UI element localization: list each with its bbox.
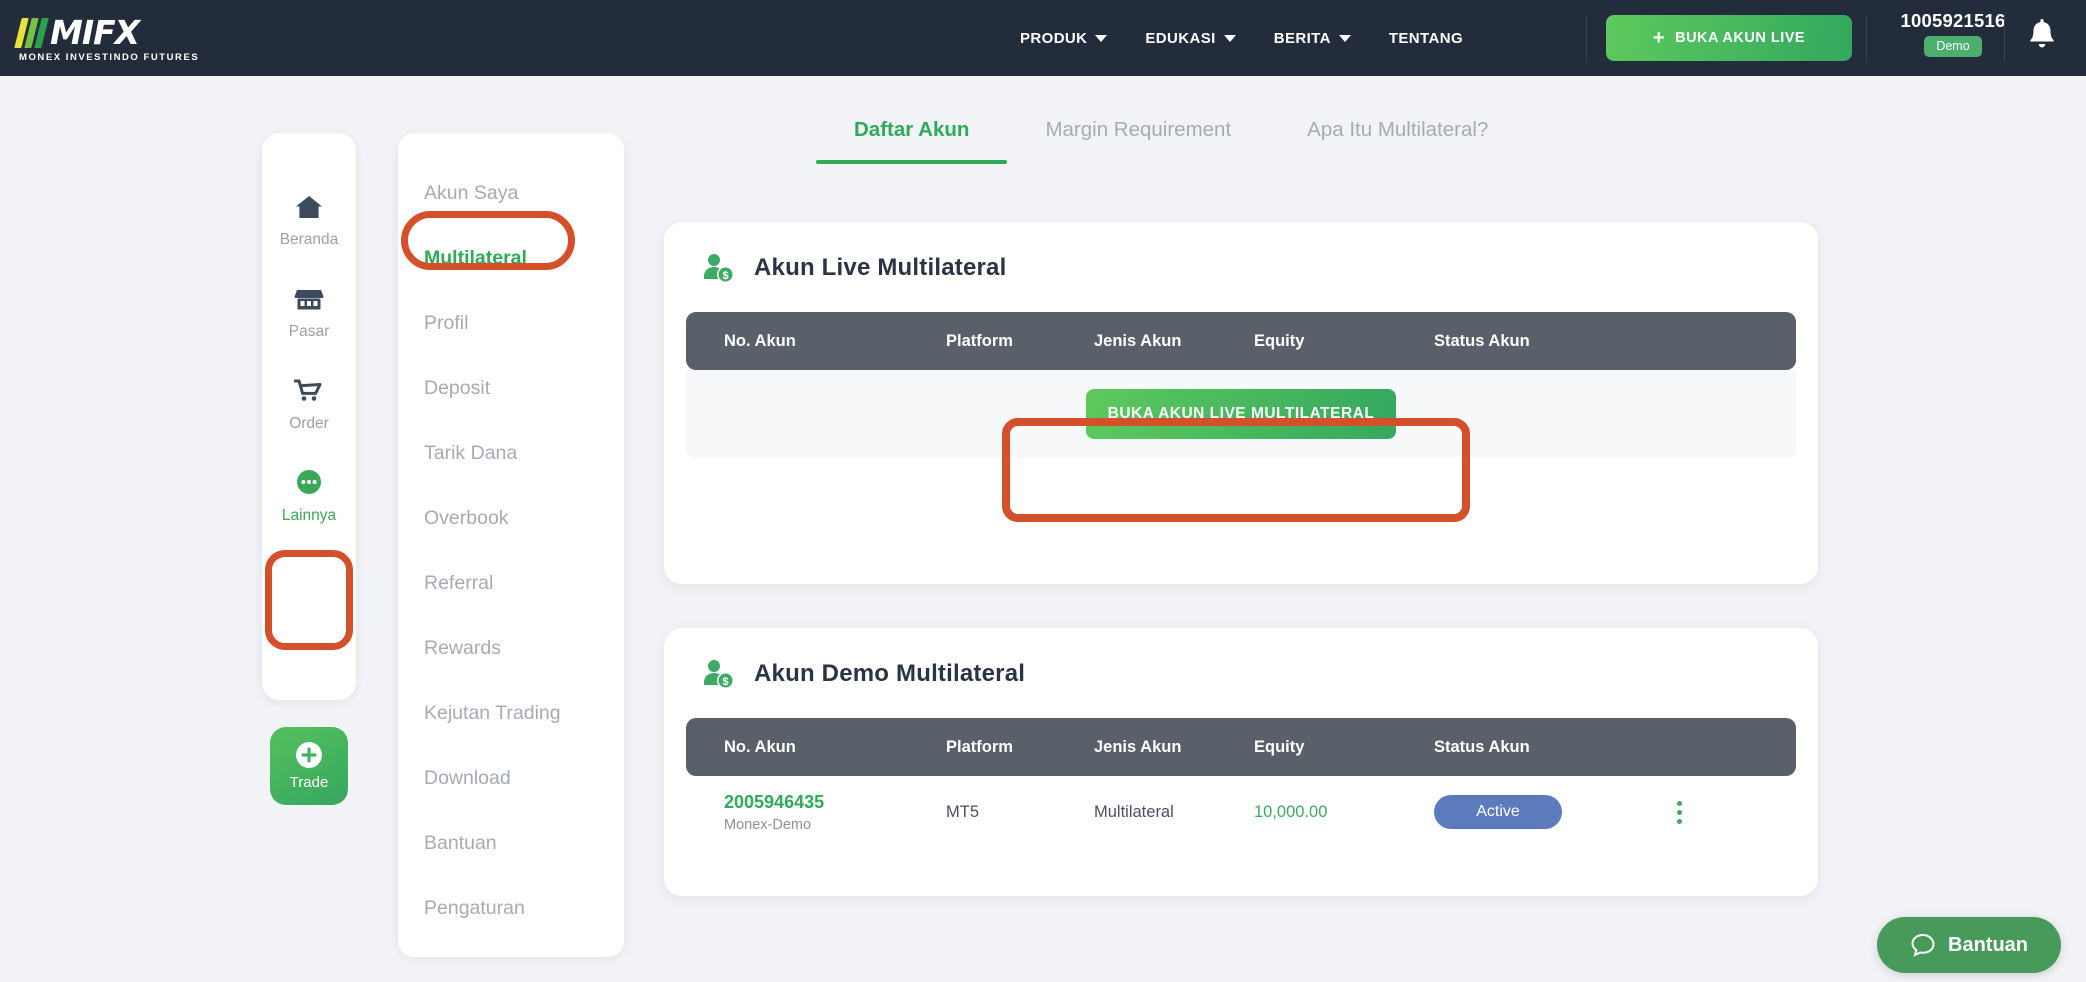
nav-label-berita: BERITA [1273,29,1331,47]
tab-apa-itu-multilateral[interactable]: Apa Itu Multilateral? [1269,118,1526,164]
nav-label-tentang: TENTANG [1388,29,1464,47]
header-divider-mid [1866,14,1867,62]
menu-item-multilateral[interactable]: Multilateral [398,226,624,291]
plus-circle-icon [296,742,322,768]
live-col-status-akun: Status Akun [1434,331,1530,350]
content-tabs: Daftar Akun Margin Requirement Apa Itu M… [816,118,1526,164]
svg-text:$: $ [722,676,728,688]
sidebar-label-beranda: Beranda [279,231,339,248]
menu-item-rewards[interactable]: Rewards [398,616,624,681]
demo-col-equity: Equity [1254,737,1305,756]
menu-item-download[interactable]: Download [398,746,624,811]
demo-account-type: Multilateral [1094,802,1174,821]
account-summary[interactable]: 1005921516 Demo [1878,10,2028,57]
account-number: 1005921516 [1900,10,2006,31]
row-more-options-icon[interactable] [1634,800,1724,824]
live-card-header: $ Akun Live Multilateral [664,222,1818,284]
live-card-title: Akun Live Multilateral [754,254,1007,281]
live-col-equity: Equity [1254,331,1305,350]
brand-logo[interactable]: MIFX MONEX INVESTINDO FUTURES [14,0,200,76]
live-col-jenis-akun: Jenis Akun [1094,331,1182,350]
nav-item-produk[interactable]: PRODUK [1020,29,1108,47]
header-divider-right [2004,14,2005,62]
header-divider-left [1586,14,1587,62]
live-table-header: No. Akun Platform Jenis Akun Equity Stat… [686,312,1796,370]
table-row[interactable]: 2005946435 Monex-Demo MT5 Multilateral 1… [686,778,1796,846]
open-live-account-button[interactable]: + BUKA AKUN LIVE [1606,15,1852,61]
demo-account-equity: 10,000.00 [1254,802,1328,821]
menu-item-profil[interactable]: Profil [398,291,624,356]
help-button[interactable]: Bantuan [1877,917,2061,973]
open-live-multilateral-button[interactable]: BUKA AKUN LIVE MULTILATERAL [1086,389,1396,439]
live-account-card: $ Akun Live Multilateral No. Akun Platfo… [664,222,1818,584]
chevron-down-icon [1338,34,1351,42]
trade-button[interactable]: Trade [270,727,348,805]
menu-item-tarik-dana[interactable]: Tarik Dana [398,421,624,486]
plus-icon: + [1652,27,1666,49]
icon-sidebar: Beranda Pasar Order Lainnya [262,133,356,700]
main-navigation: PRODUK EDUKASI BERITA TENTANG [1020,0,1463,76]
demo-table-header: No. Akun Platform Jenis Akun Equity Stat… [686,718,1796,776]
demo-account-card: $ Akun Demo Multilateral No. Akun Platfo… [664,628,1818,896]
account-menu-panel: Akun Saya Multilateral Profil Deposit Ta… [398,133,624,957]
sidebar-item-lainnya[interactable]: Lainnya [262,451,356,543]
tab-margin-requirement[interactable]: Margin Requirement [1007,118,1269,164]
tab-daftar-akun[interactable]: Daftar Akun [816,118,1008,164]
chevron-down-icon [1095,34,1108,42]
trade-button-label: Trade [289,774,329,791]
nav-label-produk: PRODUK [1020,29,1088,47]
help-button-label: Bantuan [1948,933,2028,956]
demo-col-no-akun: No. Akun [724,737,796,756]
demo-col-platform: Platform [946,737,1013,756]
nav-item-edukasi[interactable]: EDUKASI [1145,29,1236,47]
live-col-platform: Platform [946,331,1013,350]
nav-label-edukasi: EDUKASI [1145,29,1216,47]
row-actions-wrap [1634,800,1724,824]
live-col-no-akun: No. Akun [724,331,796,350]
notifications-button[interactable] [2022,14,2062,58]
demo-account-server: Monex-Demo [724,816,812,833]
demo-card-header: $ Akun Demo Multilateral [664,628,1818,690]
user-money-icon: $ [704,254,734,283]
bell-icon [2030,19,2054,48]
store-icon [294,290,324,310]
home-icon [296,196,322,218]
open-live-account-label: BUKA AKUN LIVE [1675,30,1806,46]
demo-col-status-akun: Status Akun [1434,737,1530,756]
demo-account-platform: MT5 [946,802,979,821]
logo-subtitle: MONEX INVESTINDO FUTURES [19,51,200,63]
logo-bars-icon [14,17,49,48]
top-header: MIFX MONEX INVESTINDO FUTURES PRODUK EDU… [0,0,2086,76]
demo-account-number[interactable]: 2005946435 [724,792,946,813]
demo-account-status-wrap: Active [1434,795,1634,829]
demo-account-cell: 2005946435 Monex-Demo [686,792,946,833]
menu-item-referral[interactable]: Referral [398,551,624,616]
nav-item-berita[interactable]: BERITA [1274,30,1351,47]
menu-item-kejutan-trading[interactable]: Kejutan Trading [398,681,624,746]
more-dots-icon [297,470,321,494]
user-money-icon: $ [704,660,734,689]
menu-item-akun-saya[interactable]: Akun Saya [398,161,624,226]
sidebar-label-lainnya: Lainnya [281,507,337,524]
demo-col-jenis-akun: Jenis Akun [1094,737,1182,756]
sidebar-item-order[interactable]: Order [262,359,356,451]
logo-text: MIFX [50,12,140,52]
cart-icon [294,379,322,401]
status-badge[interactable]: Active [1434,795,1562,829]
menu-item-pengaturan[interactable]: Pengaturan [398,876,624,941]
menu-item-overbook[interactable]: Overbook [398,486,624,551]
account-type-badge: Demo [1924,36,1982,57]
sidebar-label-pasar: Pasar [288,323,330,340]
chevron-down-icon [1223,34,1236,42]
live-table-empty-state: BUKA AKUN LIVE MULTILATERAL [686,370,1796,458]
sidebar-label-order: Order [289,415,329,432]
sidebar-item-beranda[interactable]: Beranda [262,175,356,267]
menu-item-bantuan[interactable]: Bantuan [398,811,624,876]
chat-bubble-icon [1911,933,1935,957]
demo-card-title: Akun Demo Multilateral [754,660,1026,687]
svg-text:$: $ [722,270,728,282]
menu-item-deposit[interactable]: Deposit [398,356,624,421]
sidebar-item-pasar[interactable]: Pasar [262,267,356,359]
nav-item-tentang[interactable]: TENTANG [1389,30,1463,47]
